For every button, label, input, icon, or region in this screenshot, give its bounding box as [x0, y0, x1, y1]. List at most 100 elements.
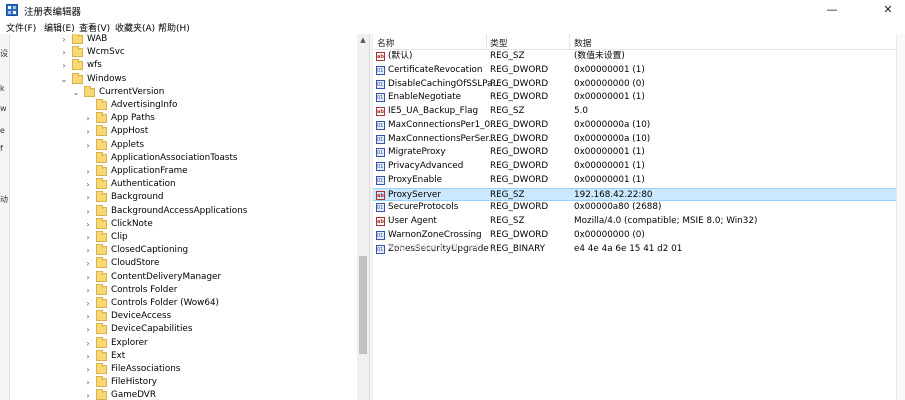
tree-item-label: WcmSvc: [87, 47, 125, 58]
registry-value-list[interactable]: 名称 类型 数据 ab(默认)REG_SZ(数值未设置)011Certifica…: [373, 34, 905, 400]
tree-item[interactable]: › ContentDeliveryManager: [10, 270, 357, 284]
tree-item[interactable]: › wfs: [10, 59, 357, 72]
tree-item[interactable]: AdvertisingInfo: [10, 99, 357, 112]
list-row[interactable]: 011CertificateRevocation REG_DWORD 0x00000…: [373, 64, 905, 78]
scroll-up-arrow-icon[interactable]: ▲: [357, 34, 369, 46]
list-row[interactable]: 011SecureProtocols REG_DWORD 0x00000a80 (2…: [373, 201, 905, 215]
value-name: MigrateProxy: [388, 147, 446, 158]
menu-view[interactable]: 查看(V): [79, 21, 110, 34]
list-row[interactable]: 011WarnonZoneCrossing REG_DWORD 0x00000000…: [373, 229, 905, 243]
chevron-right-icon[interactable]: ›: [84, 205, 92, 218]
chevron-right-icon[interactable]: ›: [84, 218, 92, 231]
tree-item[interactable]: › CloudStore: [10, 257, 357, 270]
list-row[interactable]: 011MaxConnectionsPer1_0...REG_DWORD 0x000…: [373, 119, 905, 133]
tree-item-label: Controls Folder (Wow64): [111, 298, 219, 308]
value-data: 0x00000001 (1): [574, 64, 645, 75]
tree-item[interactable]: › Controls Folder (Wow64): [10, 297, 357, 310]
chevron-right-icon[interactable]: ›: [84, 284, 92, 297]
chevron-right-icon[interactable]: ›: [84, 389, 92, 400]
column-divider[interactable]: [569, 34, 570, 49]
tree-item-label: FileHistory: [111, 377, 158, 388]
tree-item[interactable]: ⌄ CurrentVersion: [10, 85, 357, 99]
registry-editor-icon: [6, 4, 18, 16]
value-type: REG_DWORD: [490, 202, 549, 213]
chevron-right-icon[interactable]: ›: [84, 125, 92, 138]
list-row-selected[interactable]: ab ProxyServer REG_SZ 192.168.42.22:80: [373, 187, 905, 202]
chevron-down-icon[interactable]: ⌄: [60, 73, 68, 86]
menu-edit[interactable]: 编辑(E): [44, 21, 75, 34]
list-row[interactable]: 011PrivacyAdvanced REG_DWORD 0x00000001 (1…: [373, 160, 905, 174]
tree-scrollbar[interactable]: ▲: [357, 34, 369, 400]
column-header-type[interactable]: 类型: [490, 36, 508, 49]
list-row[interactable]: 011ProxyEnable REG_DWORD 0x00000001 (1): [373, 174, 905, 188]
chevron-right-icon[interactable]: ›: [84, 231, 92, 244]
column-divider[interactable]: [486, 34, 487, 49]
tree-item[interactable]: › FileAssociations: [10, 363, 357, 376]
tree-item-label: Authentication: [111, 179, 176, 190]
column-header-name[interactable]: 名称: [377, 36, 395, 49]
value-name: SecureProtocols: [388, 202, 459, 213]
tree-item[interactable]: › Controls Folder: [10, 283, 357, 297]
tree-item[interactable]: › Applets: [10, 138, 357, 152]
list-row[interactable]: ab User Agent REG_SZ Mozilla/4.0 (compatibl…: [373, 215, 905, 229]
chevron-right-icon[interactable]: ›: [84, 363, 92, 376]
chevron-right-icon[interactable]: ›: [84, 310, 92, 323]
tree-item[interactable]: › DeviceCapabilities: [10, 323, 357, 336]
chevron-right-icon[interactable]: ›: [60, 46, 68, 59]
menu-help[interactable]: 帮助(H): [158, 21, 190, 34]
folder-icon: [96, 138, 107, 150]
tree-item[interactable]: › WAB: [10, 34, 357, 46]
chevron-right-icon[interactable]: ›: [84, 337, 92, 350]
binary-value-icon: 011: [376, 93, 385, 103]
chevron-right-icon[interactable]: ›: [60, 59, 68, 72]
tree-item[interactable]: › FileHistory: [10, 376, 357, 389]
scrollbar-thumb[interactable]: [359, 256, 367, 354]
chevron-right-icon[interactable]: ›: [84, 244, 92, 257]
tree-item[interactable]: › BackgroundAccessApplications: [10, 204, 357, 218]
tree-item[interactable]: › Background: [10, 191, 357, 204]
binary-value-icon: 011: [376, 203, 385, 213]
tree-item[interactable]: › App Paths: [10, 112, 357, 125]
list-row[interactable]: ab (默认) REG_SZ (数值未设置): [373, 50, 905, 64]
menu-favorites[interactable]: 收藏夹(A): [115, 21, 155, 34]
tree-item[interactable]: › ClickNote: [10, 217, 357, 231]
tree-item[interactable]: › Explorer: [10, 336, 357, 350]
chevron-right-icon[interactable]: ›: [84, 112, 92, 125]
tree-item[interactable]: › ClosedCaptioning: [10, 244, 357, 257]
tree-item[interactable]: › Clip: [10, 231, 357, 244]
chevron-right-icon[interactable]: ›: [60, 34, 68, 46]
value-type: REG_DWORD: [490, 229, 549, 240]
tree-item[interactable]: › Authentication: [10, 178, 357, 191]
chevron-down-icon[interactable]: ⌄: [72, 86, 80, 99]
list-row[interactable]: 011MaxConnectionsPerSer...REG_DWORD 0x000…: [373, 133, 905, 147]
tree-item[interactable]: › WcmSvc: [10, 46, 357, 59]
chevron-right-icon[interactable]: ›: [84, 257, 92, 270]
list-row[interactable]: 011DisableCachingOfSSLPa...REG_DWORD 0x00…: [373, 78, 905, 92]
value-name: User Agent: [388, 216, 437, 226]
close-button[interactable]: ✕: [874, 0, 902, 20]
list-row[interactable]: ab IE5_UA_Backup_Flag REG_SZ 5.0: [373, 105, 905, 119]
tree-item[interactable]: › AppHost: [10, 125, 357, 138]
tree-item[interactable]: › ApplicationFrame: [10, 165, 357, 178]
chevron-right-icon[interactable]: ›: [84, 165, 92, 178]
tree-item[interactable]: ⌄ Windows: [10, 72, 357, 86]
list-row[interactable]: 011EnableNegotiate REG_DWORD 0x00000001 (1…: [373, 91, 905, 105]
chevron-right-icon[interactable]: ›: [84, 376, 92, 389]
tree-item[interactable]: › DeviceAccess: [10, 310, 357, 323]
minimize-button[interactable]: —: [818, 0, 846, 20]
chevron-right-icon[interactable]: ›: [84, 191, 92, 204]
chevron-right-icon[interactable]: ›: [84, 297, 92, 310]
value-data: (数值未设置): [574, 51, 625, 61]
tree-item[interactable]: ApplicationAssociationToasts: [10, 151, 357, 165]
registry-key-tree[interactable]: › WAB › WcmSvc › wfs ⌄ Windows ⌄ CurrentVersion Ad…: [10, 34, 357, 400]
tree-item[interactable]: › Ext: [10, 349, 357, 363]
chevron-right-icon[interactable]: ›: [84, 139, 92, 152]
list-row[interactable]: 011MigrateProxy REG_DWORD 0x00000001 (1): [373, 146, 905, 160]
chevron-right-icon[interactable]: ›: [84, 178, 92, 191]
tree-item[interactable]: › GameDVR: [10, 389, 357, 400]
menu-file[interactable]: 文件(F): [6, 21, 36, 34]
chevron-right-icon[interactable]: ›: [84, 271, 92, 284]
column-header-data[interactable]: 数据: [574, 36, 592, 49]
chevron-right-icon[interactable]: ›: [84, 350, 92, 363]
chevron-right-icon[interactable]: ›: [84, 323, 92, 336]
